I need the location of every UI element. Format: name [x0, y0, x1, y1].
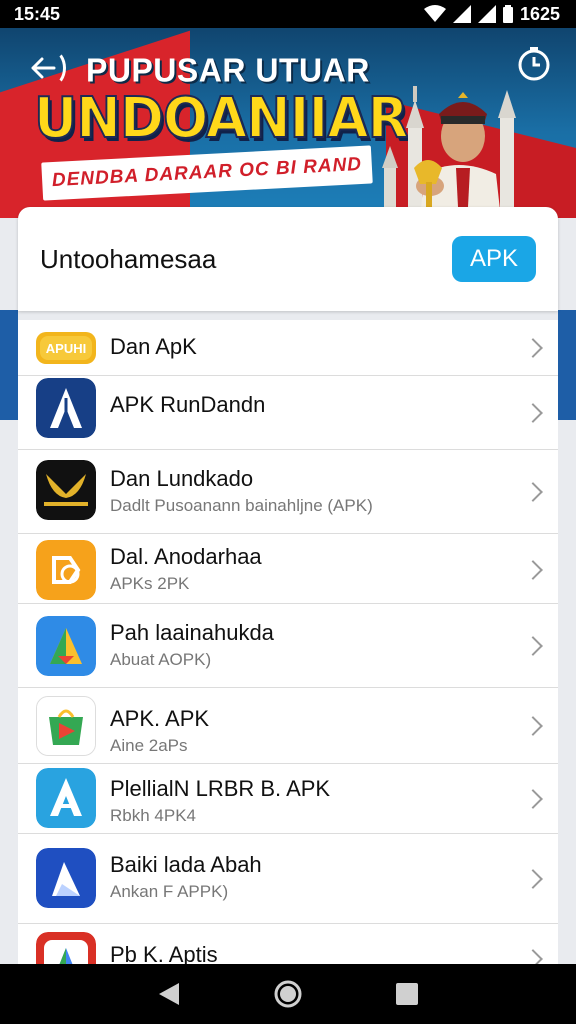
blue-play-icon — [36, 848, 96, 908]
signal-icon-2 — [477, 5, 496, 23]
banner-title-line2: UNDOANIIAR — [33, 85, 409, 152]
signal-icon — [452, 5, 471, 23]
play-bag-icon — [36, 696, 96, 756]
backdrop-right — [558, 310, 576, 420]
app-title: Dan Lundkado — [110, 466, 254, 491]
orange-clover-icon — [36, 540, 96, 600]
gradient-play-icon — [36, 616, 96, 676]
light-blue-a-icon — [36, 768, 96, 828]
app-subtitle: Rbkh 4PK4 — [110, 806, 196, 825]
back-triangle-icon — [159, 983, 180, 1005]
system-nav-bar — [0, 964, 576, 1024]
app-title: Dal. Anodarhaa — [110, 544, 262, 569]
badge-text: APUHI — [46, 341, 86, 356]
list-item[interactable]: PlellialN LRBR B. APK Rbkh 4PK4 — [18, 764, 558, 834]
nav-recents-button[interactable] — [387, 974, 427, 1014]
yellow-badge-icon: APUHI — [36, 330, 96, 366]
chevron-right-icon — [523, 789, 543, 809]
banner-title-line1: PUPUSAR UTUAR — [86, 51, 370, 89]
chevron-right-icon — [523, 636, 543, 656]
app-title: APK. APK — [110, 706, 210, 731]
clock-icon — [518, 47, 550, 81]
list-item[interactable]: Baiki lada Abah Ankan F APPK) — [18, 834, 558, 924]
app-subtitle: Ankan F APPK) — [110, 882, 229, 901]
list-item[interactable]: Dal. Anodarhaa APKs 2PK — [18, 534, 558, 604]
nav-home-button[interactable] — [268, 974, 308, 1014]
banner-tagline-text: DENDBA DARAAR OC BI RAND — [51, 153, 363, 192]
chevron-right-icon — [523, 716, 543, 736]
status-time: 15:45 — [14, 3, 61, 24]
app-subtitle: APKs 2PK — [110, 574, 190, 593]
chevron-right-icon — [523, 869, 543, 889]
hero-banner: PUPUSAR UTUAR UNDOANIIAR DENDBA DARAAR O… — [0, 28, 576, 218]
chevron-right-icon — [523, 560, 543, 580]
timer-button[interactable] — [516, 46, 552, 82]
app-title: Baiki lada Abah — [110, 852, 262, 877]
blue-a-arrow-icon — [36, 378, 96, 438]
app-title: Dan ApK — [110, 334, 197, 359]
app-subtitle: Abuat AOPK) — [110, 650, 212, 669]
app-title: APK RunDandn — [110, 392, 266, 417]
chevron-right-icon — [523, 338, 543, 358]
nav-back-button[interactable] — [149, 974, 189, 1014]
recents-square-icon — [395, 983, 418, 1005]
list-item[interactable]: APK RunDandn — [18, 376, 558, 450]
status-bar: 15:45 1625 — [0, 0, 576, 28]
search-card: Untoohamesaa APK — [18, 207, 558, 311]
app-list: APUHI Dan ApK APK RunDandn Dan Lundkado … — [18, 320, 558, 992]
search-card-title: Untoohamesaa — [40, 243, 217, 274]
apk-button[interactable]: APK — [452, 236, 536, 282]
app-title: PlellialN LRBR B. APK — [110, 776, 331, 801]
list-item[interactable]: Pah laainahukda Abuat AOPK) — [18, 604, 558, 688]
wifi-icon — [423, 5, 446, 22]
backdrop-left — [0, 310, 18, 420]
list-item[interactable]: Dan Lundkado Dadlt Pusoanann bainahljne … — [18, 450, 558, 534]
app-subtitle: Dadlt Pusoanann bainahljne (APK) — [110, 496, 373, 515]
chevron-right-icon — [523, 482, 543, 502]
app-title: Pah laainahukda — [110, 620, 274, 645]
battery-icon — [502, 5, 513, 23]
list-item[interactable]: APUHI Dan ApK — [18, 320, 558, 376]
home-circle-icon — [274, 980, 302, 1008]
chevron-right-icon — [523, 403, 543, 423]
status-clock-right: 1625 — [519, 3, 560, 24]
list-item[interactable]: APK. APK Aine 2aPs — [18, 688, 558, 764]
gold-wings-icon — [36, 460, 96, 520]
app-subtitle: Aine 2aPs — [110, 736, 188, 755]
back-button[interactable] — [18, 46, 68, 90]
